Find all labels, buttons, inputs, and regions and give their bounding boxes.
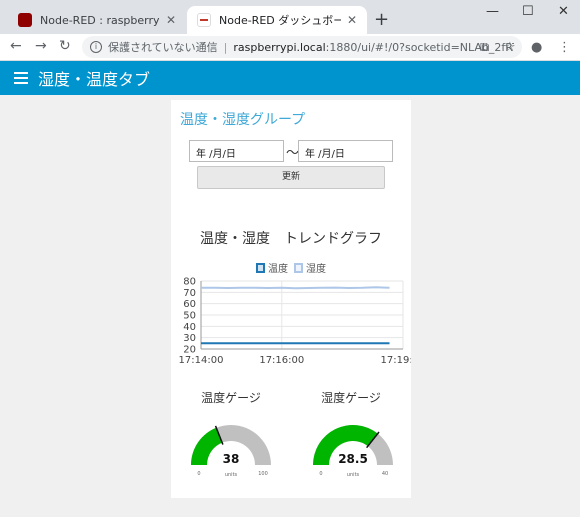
menu-dots-icon[interactable]: ⋮ [558, 40, 571, 55]
y-tick-label: 70 [183, 288, 196, 299]
address-separator: | [223, 40, 228, 54]
legend-item-temperature[interactable]: 温度 [256, 260, 288, 275]
tab-title: Node-RED : raspberrypi.local [40, 13, 160, 27]
profile-icon[interactable]: ● [531, 40, 542, 55]
security-status: 保護されていない通信 [108, 41, 218, 54]
close-icon[interactable]: ✕ [347, 13, 357, 27]
node-red-icon [18, 13, 32, 27]
legend-swatch [294, 262, 303, 273]
humidity-gauge: 28.5 units 0 40 [313, 425, 393, 478]
url-text[interactable]: raspberrypi.local:1880/ui/#!/0?socketid=… [233, 41, 514, 54]
legend-label: 温度 [268, 264, 288, 275]
update-button[interactable]: 更新 [197, 166, 385, 189]
bookmark-star-icon[interactable]: ☆ [504, 40, 516, 55]
x-tick-label: 17:16:00 [259, 355, 304, 366]
address-bar[interactable]: i 保護されていない通信 | raspberrypi.local:1880/ui… [82, 36, 522, 58]
group-title: 温度・湿度グループ [180, 112, 306, 128]
reload-icon[interactable]: ↻ [59, 38, 71, 54]
close-icon[interactable]: ✕ [166, 13, 176, 27]
y-tick-label: 20 [183, 345, 196, 356]
chart-legend: 温度 湿度 [171, 260, 411, 275]
browser-toolbar: ← → ↻ i 保護されていない通信 | raspberrypi.local:1… [0, 34, 580, 61]
trend-chart: 8070605040302017:14:00 17:16:00 17:19:00 [179, 277, 411, 367]
gauge-title-humidity: 湿度ゲージ [321, 391, 381, 405]
date-from-input[interactable]: 年 /月/日 [189, 140, 284, 162]
date-to-input[interactable]: 年 /月/日 [298, 140, 393, 162]
dashboard-header: 湿度・温度タブ [0, 61, 580, 95]
gauge-fill [191, 427, 223, 465]
gauge-units: units [347, 472, 360, 478]
dashboard-title: 湿度・温度タブ [38, 70, 151, 89]
legend-item-humidity[interactable]: 湿度 [294, 260, 326, 275]
back-icon[interactable]: ← [10, 38, 22, 54]
legend-label: 湿度 [306, 264, 326, 275]
url-host: raspberrypi.local [233, 40, 326, 54]
translate-icon[interactable]: ⧉ [480, 40, 489, 55]
legend-swatch [256, 262, 265, 273]
tab-title: Node-RED ダッシュボード [219, 14, 341, 27]
node-red-icon [197, 13, 211, 27]
y-tick-label: 30 [183, 333, 196, 344]
browser-tab-strip: Node-RED : raspberrypi.local ✕ Node-RED … [0, 0, 580, 34]
gauge-min-label: 0 [319, 471, 322, 477]
y-tick-label: 40 [183, 322, 196, 333]
y-tick-label: 50 [183, 311, 196, 322]
y-tick-label: 60 [183, 299, 196, 310]
tab-node-red-dashboard[interactable]: Node-RED ダッシュボード ✕ [187, 6, 367, 34]
temperature-gauge: 38 units 0 100 [191, 425, 271, 478]
new-tab-button[interactable]: + [374, 9, 389, 30]
tab-node-red-editor[interactable]: Node-RED : raspberrypi.local ✕ [8, 6, 186, 34]
gauge-max-label: 100 [258, 471, 268, 477]
y-tick-label: 80 [183, 277, 196, 288]
gauge-value: 38 [223, 452, 240, 466]
gauge-min-label: 0 [197, 471, 200, 477]
minimize-icon[interactable]: — [486, 4, 499, 19]
gauge-value: 28.5 [338, 452, 368, 466]
series-line-1 [201, 286, 390, 290]
dashboard-group-card: 温度・湿度グループ 年 /月/日 〜 年 /月/日 更新 温度・湿度 トレンドグ… [171, 100, 411, 498]
x-tick-label: 17:14:00 [179, 355, 224, 366]
gauge-title-temperature: 温度ゲージ [201, 391, 261, 405]
forward-icon[interactable]: → [35, 38, 47, 54]
hamburger-menu-icon[interactable] [14, 72, 28, 84]
gauge-units: units [225, 472, 238, 478]
chart-title: 温度・湿度 トレンドグラフ [200, 231, 382, 247]
x-tick-label: 17:19:00 [381, 355, 411, 366]
gauge-max-label: 40 [382, 471, 388, 477]
close-window-icon[interactable]: ✕ [558, 4, 569, 19]
maximize-icon[interactable]: ☐ [522, 4, 534, 19]
info-icon[interactable]: i [90, 41, 102, 53]
